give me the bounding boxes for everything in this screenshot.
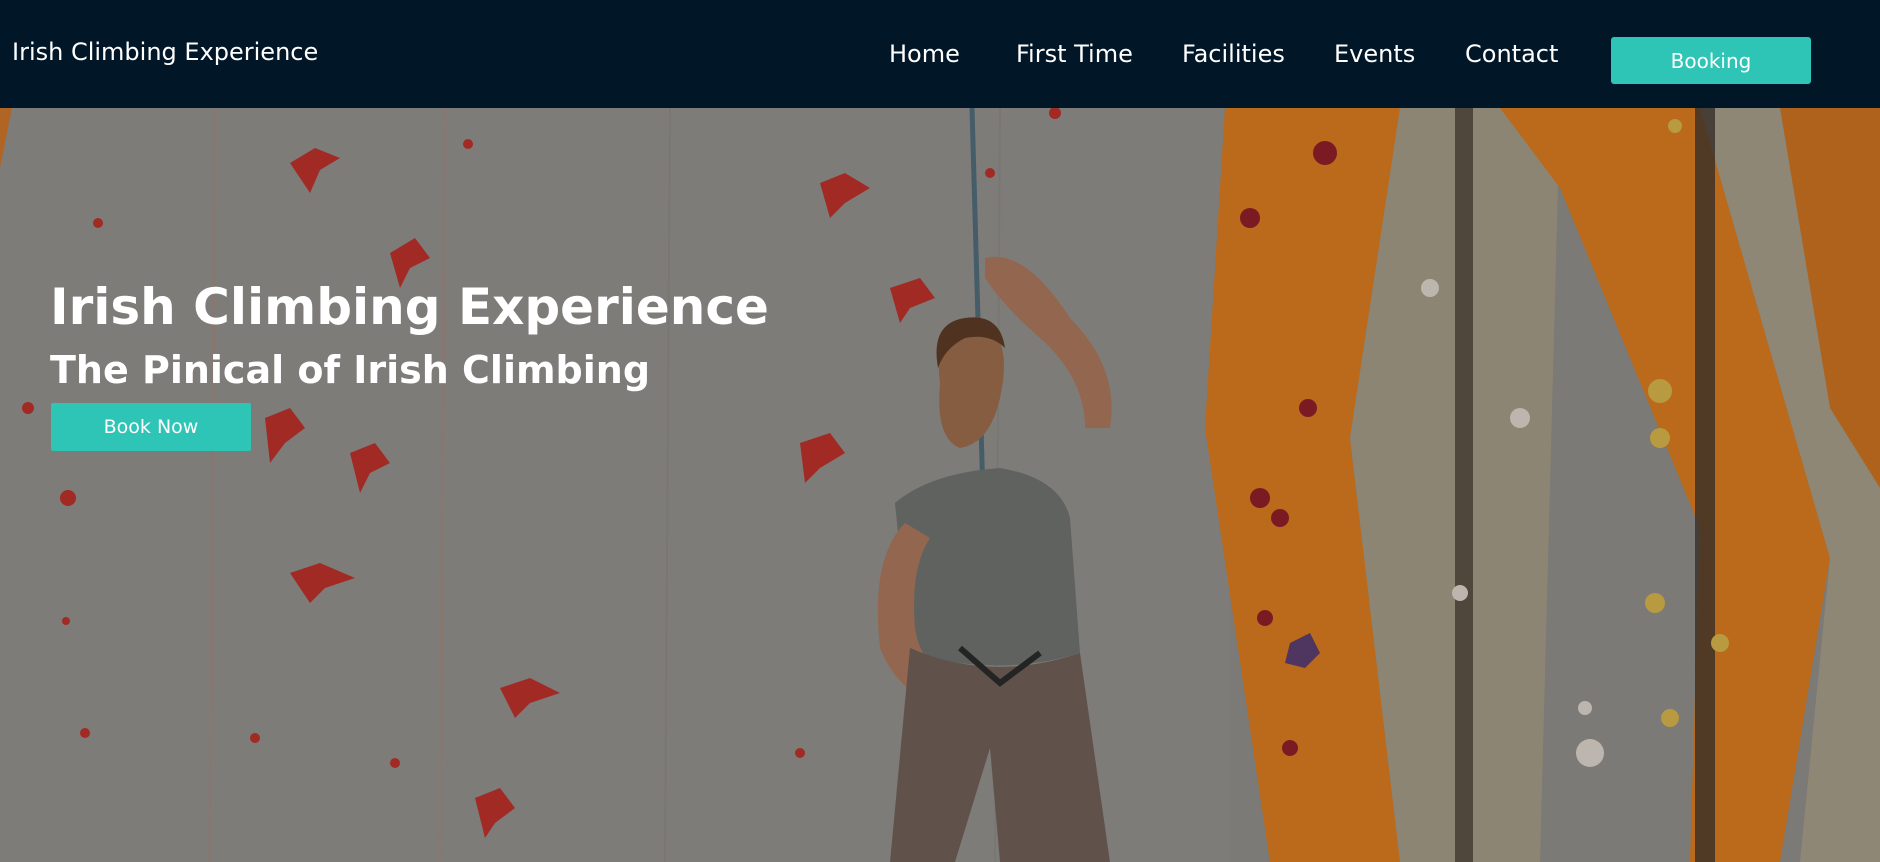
hero-section: Irish Climbing Experience The Pinical of… [0, 108, 1880, 862]
hero-background-image [0, 108, 1880, 862]
book-now-button[interactable]: Book Now [51, 403, 251, 451]
nav-links: Home First Time Facilities Events Contac… [0, 40, 1880, 76]
nav-link-first-time[interactable]: First Time [1016, 40, 1133, 68]
top-navbar: Irish Climbing Experience Home First Tim… [0, 0, 1880, 108]
hero-subtitle: The Pinical of Irish Climbing [50, 348, 651, 392]
nav-link-home[interactable]: Home [889, 40, 960, 68]
nav-link-events[interactable]: Events [1334, 40, 1415, 68]
nav-link-facilities[interactable]: Facilities [1182, 40, 1285, 68]
booking-button[interactable]: Booking [1611, 37, 1811, 84]
hero-title: Irish Climbing Experience [50, 278, 769, 336]
nav-link-contact[interactable]: Contact [1465, 40, 1558, 68]
